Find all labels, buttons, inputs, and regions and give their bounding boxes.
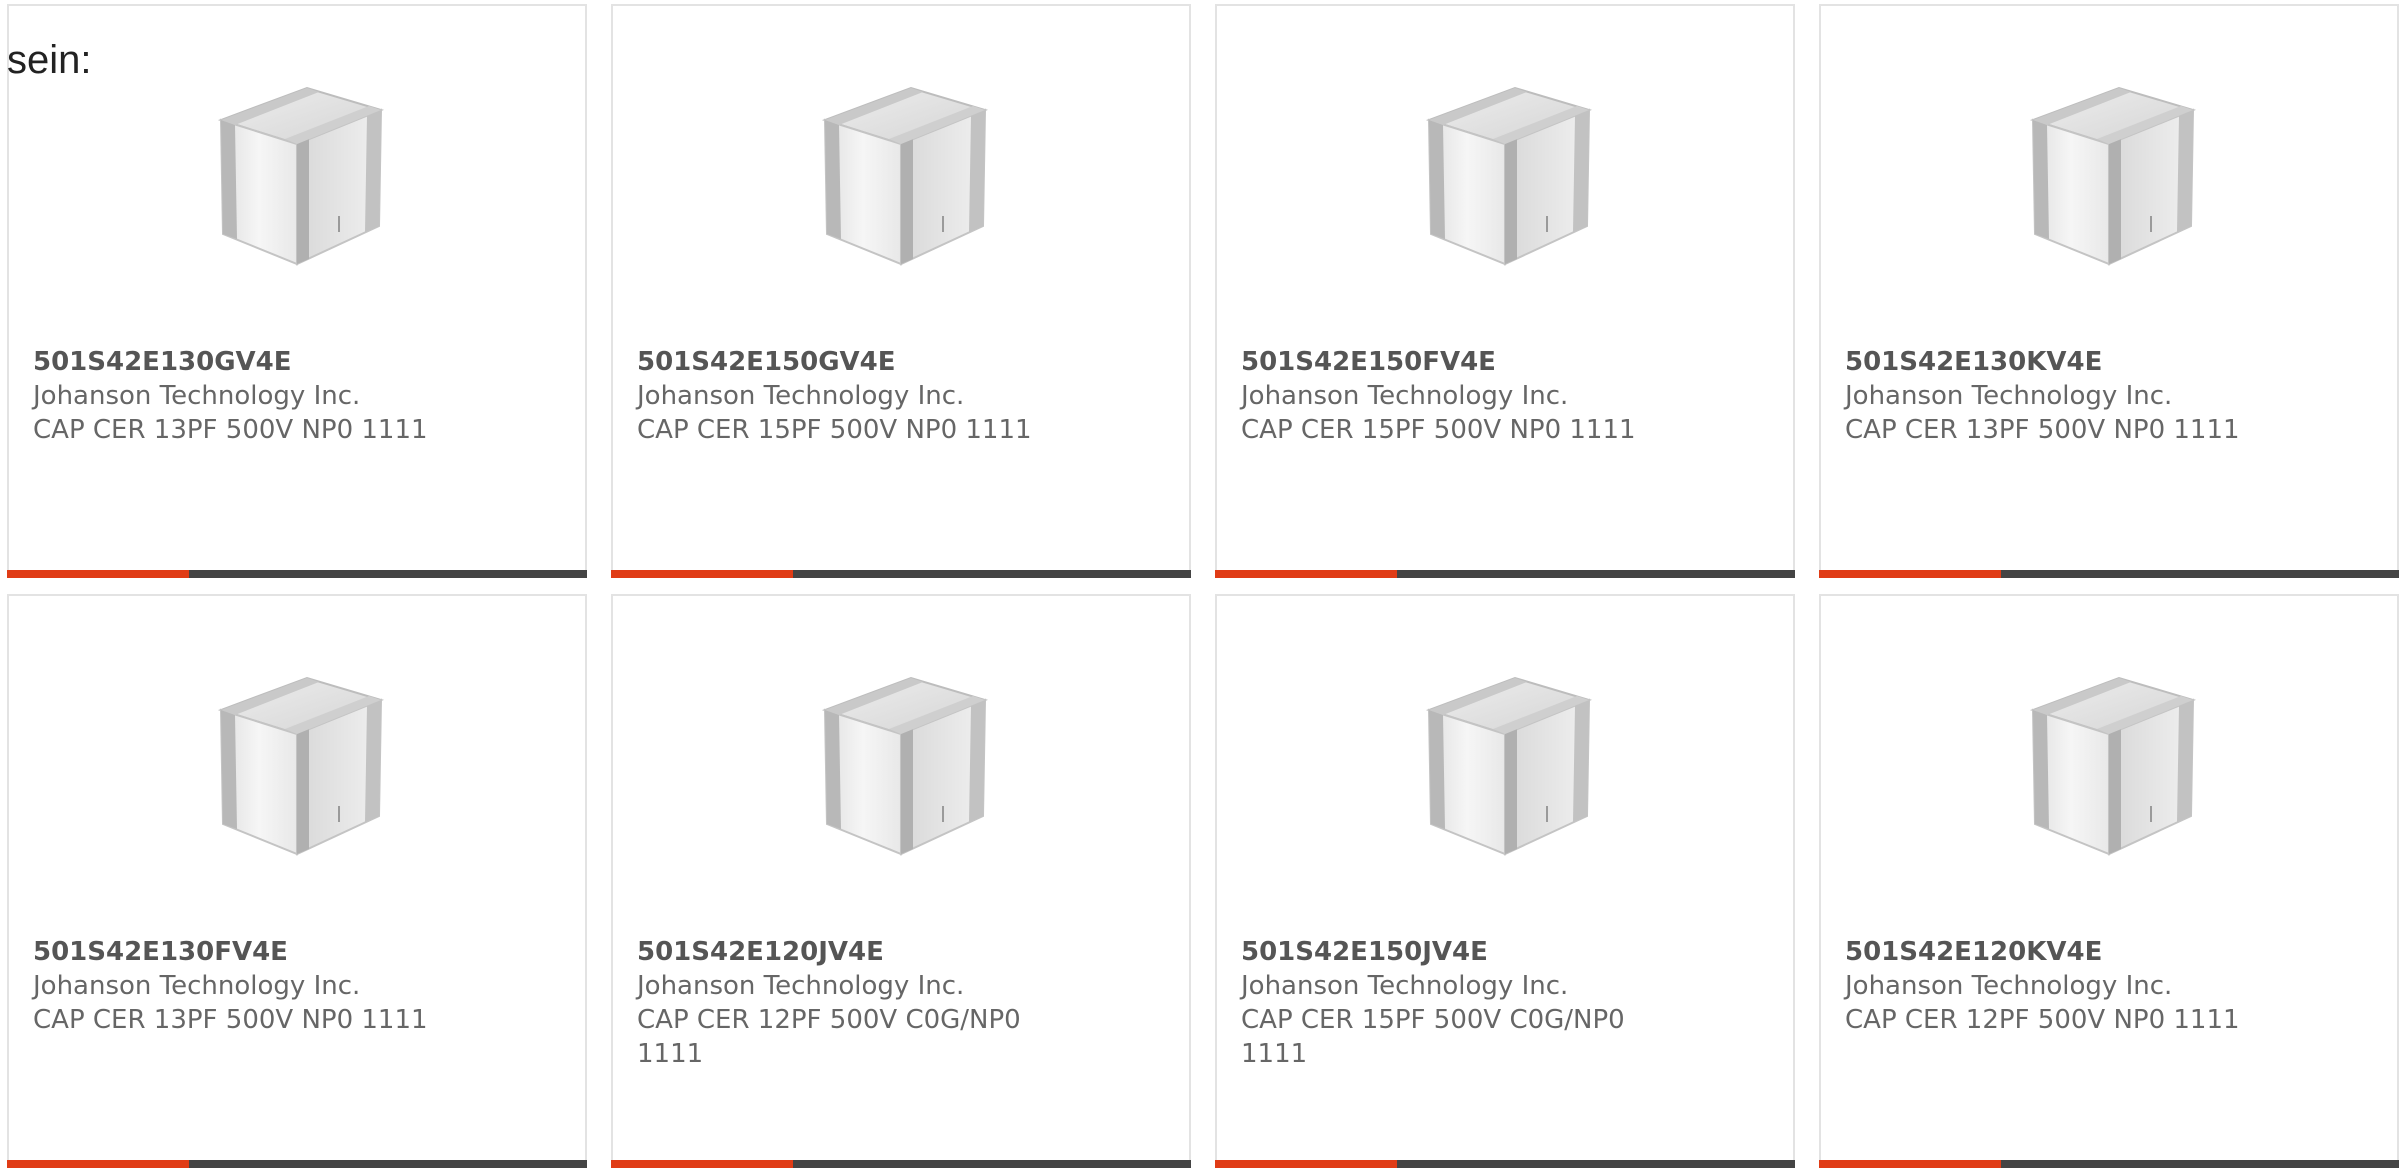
product-card[interactable]: 501S42E120JV4E Johanson Technology Inc. … [611, 594, 1191, 1168]
product-description: CAP CER 15PF 500V C0G/NP0 1111 [1241, 1005, 1625, 1069]
card-bottom-bar [7, 1160, 587, 1168]
manufacturer-name: Johanson Technology Inc. [637, 381, 965, 411]
manufacturer-name: Johanson Technology Inc. [33, 381, 361, 411]
product-info: 501S42E120KV4E Johanson Technology Inc. … [1845, 935, 2265, 1037]
card-accent-bar [1819, 1160, 2001, 1168]
product-description: CAP CER 13PF 500V NP0 1111 [1845, 415, 2240, 445]
manufacturer-name: Johanson Technology Inc. [1241, 971, 1569, 1001]
part-number-link[interactable]: 501S42E150GV4E [637, 345, 1057, 379]
card-bottom-bar [1215, 570, 1795, 578]
part-number-link[interactable]: 501S42E120KV4E [1845, 935, 2265, 969]
product-info: 501S42E130KV4E Johanson Technology Inc. … [1845, 345, 2265, 447]
card-accent-bar [611, 570, 793, 578]
part-number-link[interactable]: 501S42E150FV4E [1241, 345, 1661, 379]
product-card[interactable]: 501S42E130KV4E Johanson Technology Inc. … [1819, 4, 2399, 578]
product-info: 501S42E130GV4E Johanson Technology Inc. … [33, 345, 453, 447]
part-number-link[interactable]: 501S42E120JV4E [637, 935, 1057, 969]
part-number-link[interactable]: 501S42E150JV4E [1241, 935, 1661, 969]
card-bottom-bar [611, 1160, 1191, 1168]
capacitor-product-image[interactable] [199, 666, 403, 870]
product-description: CAP CER 13PF 500V NP0 1111 [33, 1005, 428, 1035]
card-accent-bar [1215, 570, 1397, 578]
product-description: CAP CER 13PF 500V NP0 1111 [33, 415, 428, 445]
product-description: CAP CER 15PF 500V NP0 1111 [637, 415, 1032, 445]
product-info: 501S42E150JV4E Johanson Technology Inc. … [1241, 935, 1661, 1071]
capacitor-product-image[interactable] [803, 666, 1007, 870]
card-accent-bar [7, 570, 189, 578]
product-card[interactable]: 501S42E130FV4E Johanson Technology Inc. … [7, 594, 587, 1168]
part-number-link[interactable]: 501S42E130FV4E [33, 935, 453, 969]
part-number-link[interactable]: 501S42E130GV4E [33, 345, 453, 379]
product-card[interactable]: 501S42E120KV4E Johanson Technology Inc. … [1819, 594, 2399, 1168]
card-bottom-bar [7, 570, 587, 578]
card-accent-bar [7, 1160, 189, 1168]
card-accent-bar [1215, 1160, 1397, 1168]
capacitor-product-image[interactable] [1407, 76, 1611, 280]
card-accent-bar [611, 1160, 793, 1168]
product-info: 501S42E150GV4E Johanson Technology Inc. … [637, 345, 1057, 447]
product-card[interactable]: 501S42E150FV4E Johanson Technology Inc. … [1215, 4, 1795, 578]
manufacturer-name: Johanson Technology Inc. [1241, 381, 1569, 411]
product-info: 501S42E130FV4E Johanson Technology Inc. … [33, 935, 453, 1037]
product-card[interactable]: 501S42E130GV4E Johanson Technology Inc. … [7, 4, 587, 578]
intro-text: sein: [7, 38, 92, 82]
capacitor-product-image[interactable] [2011, 666, 2215, 870]
product-card[interactable]: 501S42E150JV4E Johanson Technology Inc. … [1215, 594, 1795, 1168]
manufacturer-name: Johanson Technology Inc. [1845, 971, 2173, 1001]
manufacturer-name: Johanson Technology Inc. [1845, 381, 2173, 411]
product-description: CAP CER 12PF 500V C0G/NP0 1111 [637, 1005, 1021, 1069]
capacitor-product-image[interactable] [2011, 76, 2215, 280]
card-accent-bar [1819, 570, 2001, 578]
product-info: 501S42E120JV4E Johanson Technology Inc. … [637, 935, 1057, 1071]
product-card[interactable]: 501S42E150GV4E Johanson Technology Inc. … [611, 4, 1191, 578]
product-grid: 501S42E130GV4E Johanson Technology Inc. … [7, 4, 2399, 1168]
card-bottom-bar [1215, 1160, 1795, 1168]
product-info: 501S42E150FV4E Johanson Technology Inc. … [1241, 345, 1661, 447]
card-bottom-bar [1819, 570, 2399, 578]
product-description: CAP CER 12PF 500V NP0 1111 [1845, 1005, 2240, 1035]
capacitor-product-image[interactable] [803, 76, 1007, 280]
capacitor-product-image[interactable] [1407, 666, 1611, 870]
card-bottom-bar [611, 570, 1191, 578]
part-number-link[interactable]: 501S42E130KV4E [1845, 345, 2265, 379]
manufacturer-name: Johanson Technology Inc. [33, 971, 361, 1001]
card-bottom-bar [1819, 1160, 2399, 1168]
capacitor-product-image[interactable] [199, 76, 403, 280]
manufacturer-name: Johanson Technology Inc. [637, 971, 965, 1001]
product-description: CAP CER 15PF 500V NP0 1111 [1241, 415, 1636, 445]
